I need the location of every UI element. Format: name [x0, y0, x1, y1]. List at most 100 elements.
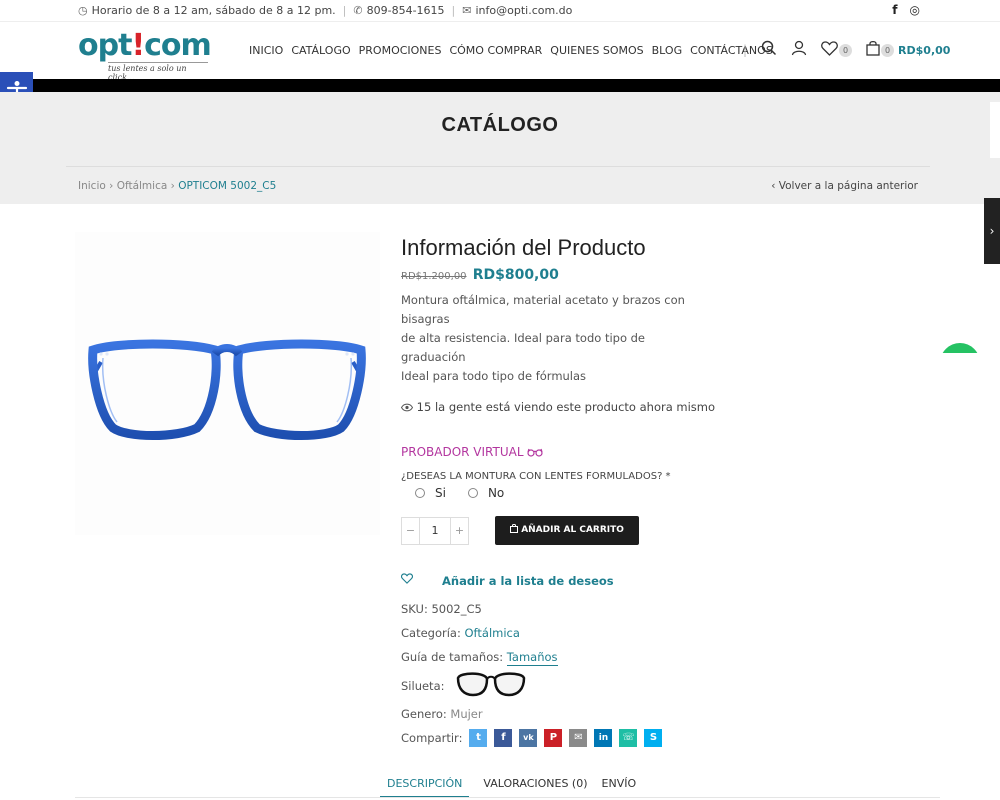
- social-links: f ◎: [892, 3, 920, 17]
- add-to-cart-row: − 1 + AÑADIR AL CARRITO: [401, 516, 921, 545]
- nav-item-promociones[interactable]: PROMOCIONES: [359, 44, 442, 57]
- product-image[interactable]: [75, 232, 380, 535]
- pinterest-share-icon[interactable]: P: [544, 729, 563, 747]
- tab-envio[interactable]: ENVÍO: [602, 776, 637, 798]
- breadcrumb-category[interactable]: Oftálmica: [117, 180, 168, 192]
- size-guide-link[interactable]: Tamaños: [506, 650, 558, 666]
- add-to-cart-button[interactable]: AÑADIR AL CARRITO: [495, 516, 639, 545]
- cart-count-badge: 0: [881, 43, 895, 57]
- back-link-label: Volver a la página anterior: [778, 180, 918, 192]
- category-link[interactable]: Oftálmica: [465, 626, 520, 640]
- sku-value: 5002_C5: [431, 602, 482, 616]
- whatsapp-chat-button[interactable]: [940, 343, 980, 353]
- logo-wordmark: opt!com: [78, 28, 212, 63]
- contact-info: ◷ Horario de 8 a 12 am, sábado de 8 a 12…: [78, 4, 572, 17]
- radio-button[interactable]: [467, 488, 478, 498]
- whatsapp-share-icon[interactable]: ☏: [619, 729, 638, 747]
- lens-question: ¿DESEAS LA MONTURA CON LENTES FORMULADOS…: [401, 471, 671, 482]
- product-price: RD$1.200,00 RD$800,00: [401, 267, 921, 283]
- cart-total: RD$0,00: [898, 43, 951, 57]
- bag-icon: [866, 40, 880, 60]
- top-info-bar: ◷ Horario de 8 a 12 am, sábado de 8 a 12…: [0, 0, 1000, 22]
- vk-share-icon[interactable]: vk: [519, 729, 538, 747]
- wishlist-count-badge: 0: [839, 43, 853, 57]
- heart-icon: [821, 40, 838, 60]
- search-icon[interactable]: [761, 40, 777, 60]
- eye-icon: [400, 400, 417, 414]
- gender-row: Genero: Mujer: [401, 702, 921, 726]
- gender-label: Genero:: [401, 707, 447, 721]
- chevron-left-icon: ‹: [771, 180, 779, 192]
- divider: |: [451, 4, 456, 17]
- breadcrumb-home[interactable]: Inicio: [78, 180, 106, 192]
- side-panel-edge: [990, 102, 1000, 158]
- description-line: Ideal para todo tipo de fórmulas: [401, 369, 587, 383]
- header-actions: | 0 0 RD$0,00: [743, 40, 950, 60]
- breadcrumb: Inicio › Oftálmica › OPTICOM 5002_C5: [78, 180, 276, 192]
- page-title: CATÁLOGO: [441, 114, 559, 136]
- divider: [66, 166, 930, 167]
- skype-share-icon[interactable]: S: [644, 729, 663, 747]
- radio-button[interactable]: [415, 488, 425, 498]
- tab-descripcion[interactable]: DESCRIPCIÓN: [380, 776, 470, 798]
- chevron-right-icon: ›: [989, 224, 995, 238]
- option-label: No: [487, 486, 505, 500]
- size-guide-row: Guía de tamaños: Tamaños: [401, 645, 921, 669]
- bag-icon: [510, 523, 521, 535]
- facebook-icon[interactable]: f: [892, 3, 897, 17]
- heart-icon: [400, 573, 442, 588]
- facebook-share-icon[interactable]: f: [494, 729, 513, 747]
- quantity-stepper: − 1 +: [401, 516, 469, 545]
- category-row: Categoría: Oftálmica: [401, 621, 921, 645]
- nav-item-inicio[interactable]: INICIO: [249, 44, 283, 57]
- option-si[interactable]: Si: [415, 486, 446, 500]
- silhouette-glasses-icon[interactable]: [456, 670, 526, 701]
- add-to-wishlist-link[interactable]: Añadir a la lista de deseos: [400, 573, 921, 588]
- lens-options: Si No: [415, 486, 921, 500]
- nav-item-como-comprar[interactable]: CÓMO COMPRAR: [449, 44, 542, 57]
- business-hours: Horario de 8 a 12 am, sábado de 8 a 12 p…: [91, 4, 336, 17]
- option-label: Si: [435, 486, 446, 500]
- wishlist-label: Añadir a la lista de deseos: [442, 573, 614, 588]
- phone-icon: ✆: [353, 4, 363, 17]
- twitter-share-icon[interactable]: t: [469, 729, 488, 747]
- site-header: opt!com tus lentes a solo un click... IN…: [0, 22, 1000, 83]
- description-line: de alta resistencia. Ideal para todo tip…: [401, 331, 646, 364]
- tab-valoraciones[interactable]: VALORACIONES (0): [483, 776, 587, 798]
- description-line: Montura oftálmica, material acetato y br…: [401, 293, 685, 326]
- email-link[interactable]: info@opti.com.do: [475, 4, 572, 17]
- virtual-try-on-label: PROBADOR VIRTUAL: [401, 445, 524, 459]
- cart-button[interactable]: 0 RD$0,00: [866, 40, 950, 60]
- instagram-icon[interactable]: ◎: [910, 3, 920, 17]
- phone-number[interactable]: 809-854-1615: [367, 4, 445, 17]
- page-title-band: CATÁLOGO Inicio › Oftálmica › OPTICOM 50…: [0, 92, 1000, 204]
- chevron-right-icon: ›: [109, 180, 117, 192]
- divider: |: [342, 4, 347, 17]
- sku-label: SKU:: [401, 602, 428, 616]
- viewers-count: 15 la gente está viendo este producto ah…: [400, 400, 921, 414]
- product-summary: Información del Producto RD$1.200,00 RD$…: [400, 232, 921, 750]
- decrease-button[interactable]: −: [402, 518, 419, 544]
- back-link[interactable]: ‹ Volver a la página anterior: [771, 180, 918, 192]
- glasses-icon: [527, 445, 543, 459]
- virtual-try-on-link[interactable]: PROBADOR VIRTUAL: [401, 445, 921, 459]
- glasses-photo: [88, 339, 366, 440]
- user-icon[interactable]: [791, 40, 807, 60]
- product-title: Información del Producto: [401, 235, 646, 260]
- nav-item-quienes-somos[interactable]: QUIENES SOMOS: [550, 44, 643, 57]
- silhouette-label: Silueta:: [401, 678, 445, 693]
- linkedin-share-icon[interactable]: in: [594, 729, 613, 747]
- increase-button[interactable]: +: [451, 518, 468, 544]
- quantity-input[interactable]: 1: [419, 517, 451, 544]
- viewers-text: 15 la gente está viendo este producto ah…: [416, 400, 716, 414]
- product-meta: SKU: 5002_C5 Categoría: Oftálmica Guía d…: [401, 597, 921, 750]
- email-share-icon[interactable]: ✉: [569, 729, 588, 747]
- nav-item-catalogo[interactable]: CATÁLOGO: [291, 44, 350, 57]
- site-logo[interactable]: opt!com tus lentes a solo un click...: [78, 28, 212, 83]
- next-product-tab[interactable]: ›: [984, 198, 1000, 264]
- mail-icon: ✉: [462, 4, 472, 17]
- wishlist-button[interactable]: 0: [821, 40, 853, 60]
- nav-item-blog[interactable]: BLOG: [652, 44, 682, 57]
- share-label: Compartir:: [401, 731, 463, 745]
- option-no[interactable]: No: [467, 486, 505, 500]
